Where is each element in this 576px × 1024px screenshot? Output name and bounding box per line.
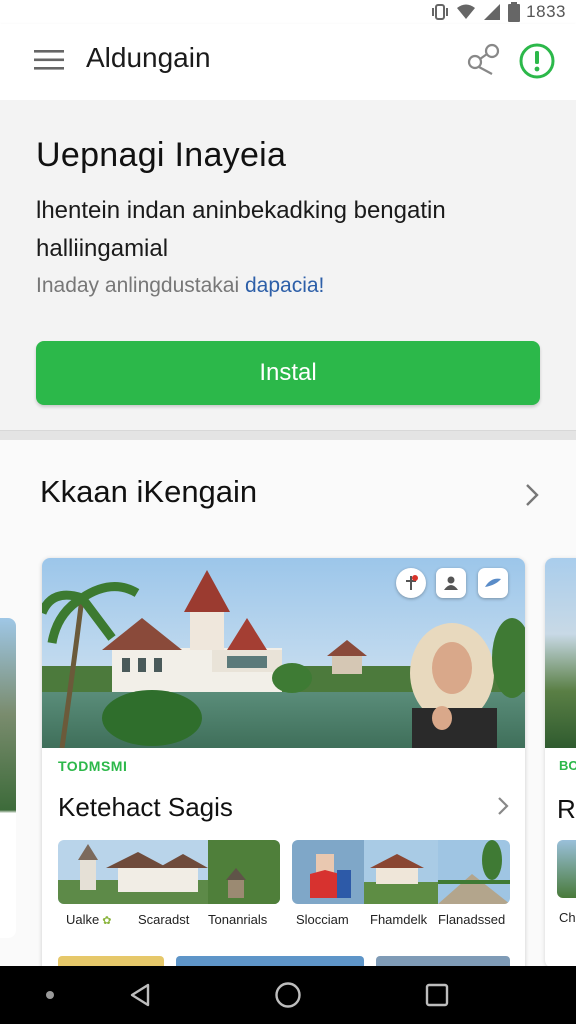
nav-dot-icon bbox=[46, 991, 54, 999]
status-icons: 1833 bbox=[430, 2, 566, 22]
install-promo: Uepnagi Inayeia lhentein indan aninbekad… bbox=[0, 100, 576, 430]
home-icon[interactable] bbox=[274, 981, 302, 1009]
next-card-title: R bbox=[557, 794, 576, 824]
signal-icon bbox=[484, 4, 501, 20]
app-bar: Aldungain bbox=[0, 24, 576, 100]
thumbnail-group-right[interactable] bbox=[292, 840, 510, 904]
section-title: Kkaan iKengain bbox=[40, 474, 258, 509]
next-card-peek[interactable]: BO R Ch bbox=[545, 558, 576, 968]
chevron-right-icon[interactable] bbox=[494, 794, 512, 818]
map-icon[interactable] bbox=[478, 568, 508, 598]
destination-card[interactable]: TODMSMI Ketehact Sagis Ualke ✿ Scaradst … bbox=[42, 558, 525, 978]
previous-card-peek[interactable] bbox=[0, 618, 16, 938]
alert-icon[interactable] bbox=[518, 42, 556, 80]
menu-icon[interactable] bbox=[34, 48, 64, 72]
thumbnail-caption-2: Scaradst bbox=[138, 912, 190, 927]
wifi-icon bbox=[457, 4, 476, 19]
card-tag: TODMSMI bbox=[58, 758, 128, 774]
next-card-caption: Ch bbox=[559, 910, 576, 925]
chevron-right-icon[interactable] bbox=[520, 480, 544, 510]
thumbnail-group-left[interactable] bbox=[58, 840, 280, 904]
system-nav-bar bbox=[0, 966, 576, 1024]
promo-subtext-label: Inaday anlingdustakai bbox=[36, 274, 240, 297]
promo-title: Uepnagi Inayeia bbox=[36, 136, 287, 174]
share-icon[interactable] bbox=[466, 42, 502, 78]
thumbnail-caption-5: Fhamdelk bbox=[370, 912, 428, 927]
thumbnail-caption-6: Flanadssed bbox=[438, 912, 506, 927]
thumbnail-caption-1: Ualke ✿ bbox=[66, 912, 112, 927]
status-time: 1833 bbox=[526, 2, 566, 21]
status-bar: 1833 bbox=[0, 0, 576, 24]
recents-icon[interactable] bbox=[425, 983, 449, 1007]
promo-subtext: Inaday anlingdustakai dapacia! bbox=[36, 274, 324, 298]
hero-image bbox=[42, 558, 525, 748]
bookmark-icon[interactable] bbox=[396, 568, 426, 598]
app-title: Aldungain bbox=[86, 42, 211, 73]
featured-section: Kkaan iKengain BO R Ch TODMSMI Ketehact … bbox=[0, 440, 576, 978]
thumbnail-caption-4: Slocciam bbox=[296, 912, 349, 927]
thumbnail-caption-3: Tonanrials bbox=[208, 912, 268, 927]
card-title: Ketehact Sagis bbox=[58, 792, 233, 822]
next-card-thumbnail bbox=[557, 840, 576, 898]
promo-link[interactable]: dapacia! bbox=[245, 274, 324, 297]
next-card-tag: BO bbox=[559, 758, 576, 773]
person-icon[interactable] bbox=[436, 568, 466, 598]
back-icon[interactable] bbox=[128, 982, 154, 1008]
promo-description: lhentein indan aninbekadking bengatin ha… bbox=[36, 197, 446, 262]
install-button[interactable]: Instal bbox=[36, 341, 540, 405]
vibrate-icon bbox=[432, 4, 449, 20]
next-card-image bbox=[545, 558, 576, 748]
battery-icon bbox=[508, 2, 521, 22]
